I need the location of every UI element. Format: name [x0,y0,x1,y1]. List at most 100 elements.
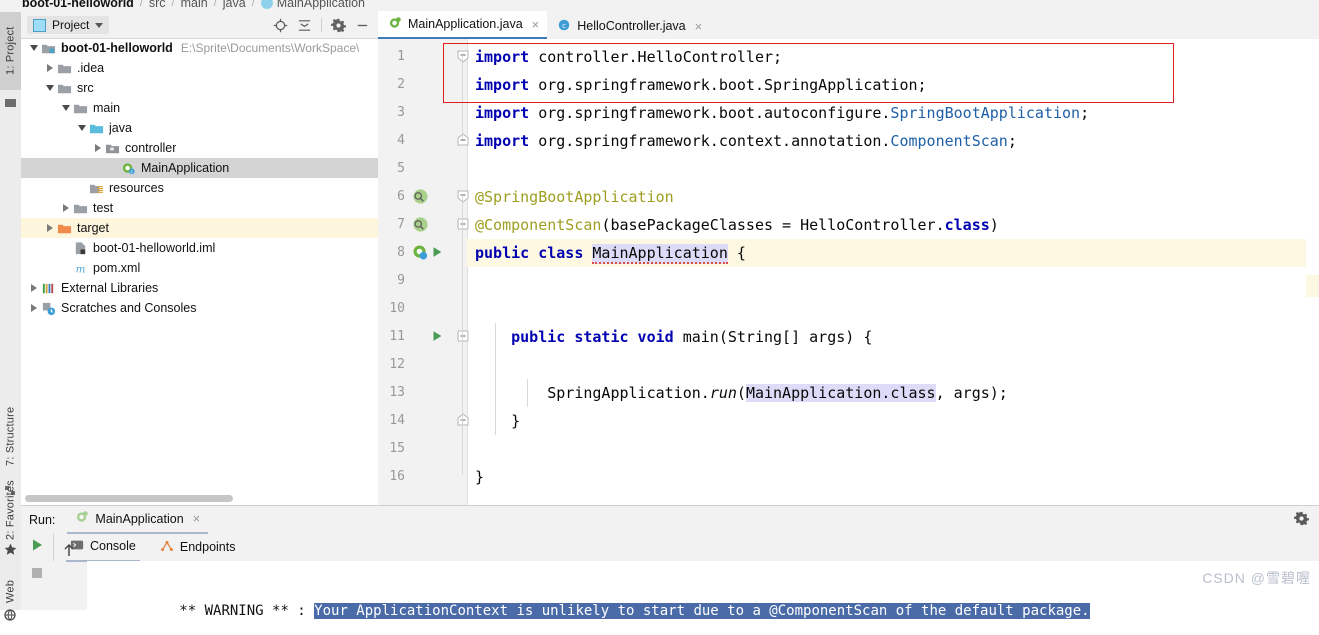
module-icon [41,41,56,56]
twisty-collapsed-icon[interactable] [27,284,41,292]
code-token: , args); [936,384,1008,402]
spring-bean-gutter-icon[interactable] [412,188,429,205]
close-icon[interactable]: × [529,17,540,32]
project-view-icon [33,19,46,32]
project-panel-title: Project [52,18,89,32]
scroll-up-icon[interactable] [55,537,83,563]
twisty-collapsed-icon[interactable] [59,204,73,212]
code-line-6[interactable]: @SpringBootApplication [467,183,674,211]
line-number: 6 [381,183,405,211]
tree-item-idea[interactable]: .idea [21,58,378,78]
tree-item-main[interactable]: main [21,98,378,118]
inspection-marker-strip[interactable] [1306,39,1319,505]
twisty-expanded-icon[interactable] [27,45,41,51]
svg-text:m: m [76,263,86,275]
run-icon[interactable] [29,537,45,556]
gear-icon[interactable] [331,18,346,33]
project-view-selector[interactable]: Project [27,16,109,34]
line-number: 14 [381,407,405,435]
twisty-collapsed-icon[interactable] [27,304,41,312]
code-line-11[interactable]: public static void main(String[] args) { [467,323,872,351]
close-icon[interactable]: × [692,19,703,34]
code-line-1[interactable]: import controller.HelloController; [467,43,782,71]
run-gutter-icon[interactable] [430,329,447,346]
tree-item-label: controller [125,141,176,155]
code-line-4[interactable]: import org.springframework.context.annot… [467,127,1017,155]
code-canvas[interactable]: 12345678910111213141516 import controlle… [378,39,1319,505]
project-horizontal-scrollbar[interactable] [21,492,378,505]
breadcrumb-item-java[interactable]: java [223,0,246,10]
tab-label: MainApplication.java [408,17,523,31]
gear-icon[interactable] [1294,511,1309,529]
twisty-expanded-icon[interactable] [43,85,57,91]
tree-item-scratches-and-consoles[interactable]: Scratches and Consoles [21,298,378,318]
code-lines[interactable]: import controller.HelloController;import… [467,39,1319,505]
breadcrumb-item-src[interactable]: src [149,0,166,10]
tab-endpoints[interactable]: Endpoints [156,534,240,561]
source-folder-icon [89,121,104,136]
chevron-down-icon[interactable] [95,23,103,28]
tree-item-mainapplication[interactable]: cMainApplication [21,158,378,178]
spring-bean-gutter-icon[interactable] [412,216,429,233]
twisty-expanded-icon[interactable] [75,125,89,131]
sidebar-item-label: 1: Project [5,27,17,75]
breadcrumb-item-project[interactable]: boot-01-helloworld [22,0,134,10]
code-token: org.springframework.boot.SpringApplicati… [538,76,926,94]
breadcrumb-item-file[interactable]: MainApplication [277,0,365,10]
code-line-9[interactable] [467,267,475,295]
spring-boot-gutter-icon[interactable] [412,244,429,261]
tree-item-target[interactable]: target [21,218,378,238]
editor-tab-bar: MainApplication.java × c HelloController… [378,12,1319,40]
stop-icon[interactable] [29,565,45,584]
code-token: { [728,244,746,262]
console-tab-label: Console [90,539,136,553]
sidebar-item-web[interactable]: Web [0,568,21,614]
twisty-collapsed-icon[interactable] [43,224,57,232]
code-line-3[interactable]: import org.springframework.boot.autoconf… [467,99,1089,127]
twisty-expanded-icon[interactable] [59,105,73,111]
code-line-16[interactable]: } [467,463,484,491]
minimize-icon[interactable] [355,18,370,33]
libraries-icon [41,281,56,296]
code-token: ( [737,384,746,402]
tree-item-boot-01-helloworld[interactable]: boot-01-helloworldE:\Sprite\Documents\Wo… [21,38,378,58]
sidebar-item-project[interactable]: 1: Project [0,12,21,90]
tree-item-external-libraries[interactable]: External Libraries [21,278,378,298]
code-line-12[interactable] [467,351,475,379]
tab-mainapplication[interactable]: MainApplication.java × [378,11,547,39]
editor-gutter[interactable]: 12345678910111213141516 [378,39,468,505]
line-number: 5 [381,155,405,183]
run-gutter-icon[interactable] [430,245,447,262]
locate-icon[interactable] [273,18,288,33]
collapse-all-icon[interactable] [297,18,312,33]
line-number: 8 [381,239,405,267]
code-line-5[interactable] [467,155,475,183]
tree-item-src[interactable]: src [21,78,378,98]
run-configuration-tab[interactable]: MainApplication × [67,506,208,534]
code-line-10[interactable] [467,295,475,323]
code-line-7[interactable]: @ComponentScan(basePackageClasses = Hell… [467,211,999,239]
code-token: ComponentScan [890,132,1007,150]
code-line-13[interactable]: SpringApplication.run(MainApplication.cl… [467,379,1008,407]
code-line-15[interactable] [467,435,475,463]
console-output[interactable]: ** WARNING ** : Your ApplicationContext … [87,561,1319,610]
code-line-2[interactable]: import org.springframework.boot.SpringAp… [467,71,927,99]
close-icon[interactable]: × [190,511,201,526]
code-line-8[interactable]: public class MainApplication { [467,239,746,267]
twisty-collapsed-icon[interactable] [91,144,105,152]
twisty-collapsed-icon[interactable] [43,64,57,72]
tree-item-boot-01-helloworld-iml[interactable]: boot-01-helloworld.iml [21,238,378,258]
tree-item-resources[interactable]: resources [21,178,378,198]
tree-item-controller[interactable]: controller [21,138,378,158]
tree-item-test[interactable]: test [21,198,378,218]
spring-class-icon [75,510,89,527]
spring-class-icon [261,0,273,9]
tree-item-java[interactable]: java [21,118,378,138]
fold-rail [462,55,463,139]
tree-item-pom-xml[interactable]: mpom.xml [21,258,378,278]
project-tree[interactable]: boot-01-helloworldE:\Sprite\Documents\Wo… [21,38,378,491]
tab-hellocontroller[interactable]: c HelloController.java × [547,13,710,39]
breadcrumb-item-main[interactable]: main [181,0,208,10]
run-label: Run: [29,513,55,527]
code-line-14[interactable]: } [467,407,520,435]
